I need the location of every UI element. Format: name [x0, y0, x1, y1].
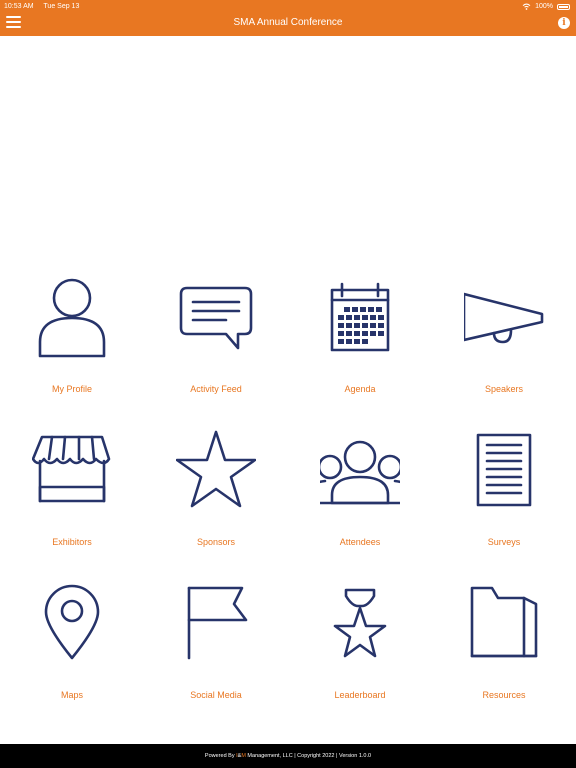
- tile-social-media[interactable]: Social Media: [144, 576, 288, 726]
- page-title: SMA Annual Conference: [233, 17, 343, 28]
- group-icon: [320, 440, 400, 505]
- battery-percent: 100%: [535, 3, 553, 10]
- map-pin-icon: [44, 584, 100, 660]
- status-bar-right: 100%: [522, 2, 570, 11]
- folder-icon: [470, 586, 538, 658]
- app-header: 10:53 AM Tue Sep 13 100% SMA Annual Conf…: [0, 0, 576, 36]
- document-icon: [476, 433, 532, 507]
- flag-icon: [187, 586, 248, 660]
- status-bar-left: 10:53 AM Tue Sep 13: [4, 2, 87, 11]
- tile-label: Social Media: [190, 690, 242, 700]
- tile-label: Speakers: [484, 384, 524, 394]
- wifi-icon: [522, 3, 531, 10]
- medal-icon: [333, 588, 387, 658]
- status-date: Tue Sep 13: [43, 3, 80, 10]
- tile-activity-feed[interactable]: Activity Feed: [144, 270, 288, 420]
- tile-surveys[interactable]: Surveys: [432, 423, 576, 573]
- storefront-icon: [32, 435, 111, 503]
- status-time: 10:53 AM: [4, 3, 34, 10]
- calendar-icon: [330, 282, 390, 352]
- tile-leaderboard[interactable]: Leaderboard: [288, 576, 432, 726]
- megaphone-icon: [464, 292, 544, 344]
- tile-maps[interactable]: Maps: [0, 576, 144, 726]
- tile-resources[interactable]: Resources: [432, 576, 576, 726]
- footer-rest: Management, LLC | Copyright 2022 | Versi…: [245, 753, 372, 759]
- footer-prefix: Powered By: [204, 753, 237, 759]
- footer: Powered By I&M Management, LLC | Copyrig…: [0, 744, 576, 768]
- tile-label: My Profile: [51, 384, 92, 394]
- tile-label: Surveys: [487, 537, 521, 547]
- tile-exhibitors[interactable]: Exhibitors: [0, 423, 144, 573]
- chat-bubble-icon: [179, 286, 253, 350]
- tile-speakers[interactable]: Speakers: [432, 270, 576, 420]
- tile-label: Leaderboard: [334, 690, 386, 700]
- tile-label: Attendees: [339, 537, 381, 547]
- star-icon: [176, 430, 256, 508]
- tile-attendees[interactable]: Attendees: [288, 423, 432, 573]
- tile-agenda[interactable]: Agenda: [288, 270, 432, 420]
- tile-sponsors[interactable]: Sponsors: [144, 423, 288, 573]
- battery-icon: [557, 3, 570, 10]
- tile-label: Maps: [60, 690, 83, 700]
- tile-label: Exhibitors: [52, 537, 92, 547]
- tile-label: Resources: [482, 690, 526, 700]
- person-icon: [38, 278, 106, 358]
- tile-label: Agenda: [344, 384, 376, 394]
- info-icon[interactable]: i: [558, 17, 570, 29]
- tile-my-profile[interactable]: My Profile: [0, 270, 144, 420]
- tile-label: Sponsors: [196, 537, 236, 547]
- tile-label: Activity Feed: [190, 384, 242, 394]
